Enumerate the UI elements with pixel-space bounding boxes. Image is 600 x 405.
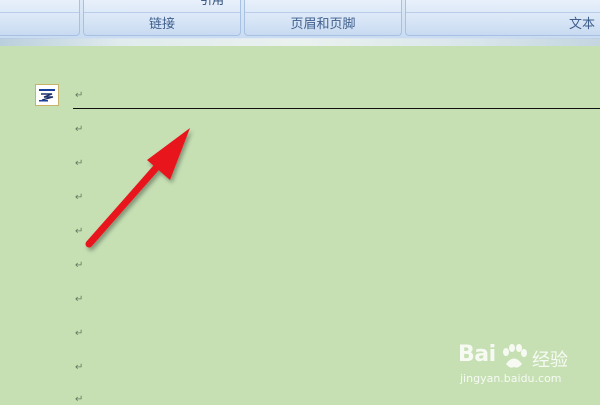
watermark-jingyan: 经验 — [532, 350, 568, 371]
watermark-brand: Bai — [458, 342, 496, 367]
watermark-url: jingyan.baidu.com — [460, 372, 562, 385]
red-pointer-arrow — [85, 128, 190, 248]
paw-icon — [503, 344, 527, 368]
baidu-jingyan-watermark: Bai 经验 jingyan.baidu.com — [450, 342, 600, 390]
